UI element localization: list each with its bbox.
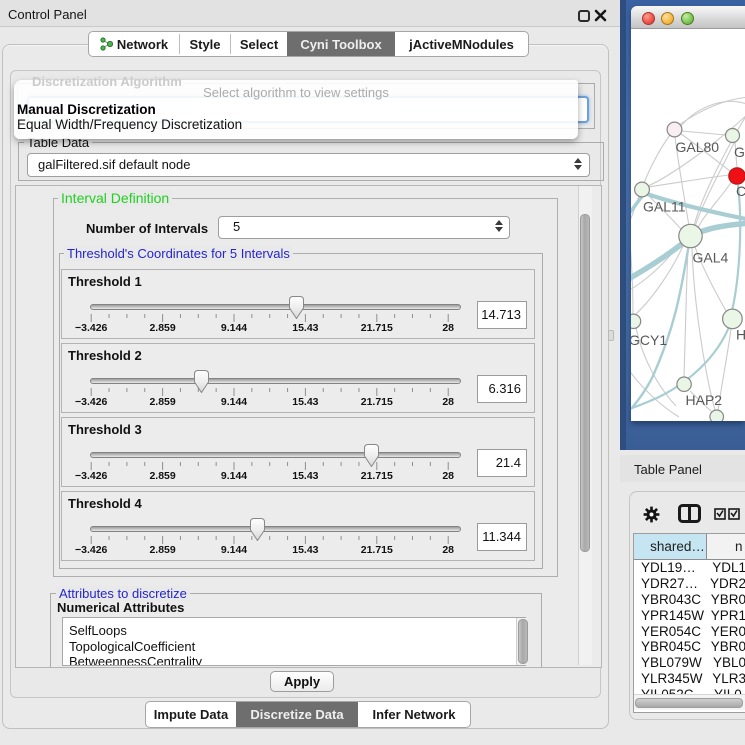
svg-text:H: H: [736, 327, 745, 343]
svg-text:C: C: [736, 183, 745, 199]
svg-text:G.: G.: [734, 144, 745, 160]
svg-text:GAL80: GAL80: [676, 139, 720, 155]
svg-text:GAL11: GAL11: [643, 199, 686, 215]
svg-text:GAL4: GAL4: [693, 250, 729, 266]
svg-text:GCY1: GCY1: [631, 332, 667, 348]
svg-text:HAP2: HAP2: [686, 392, 723, 408]
